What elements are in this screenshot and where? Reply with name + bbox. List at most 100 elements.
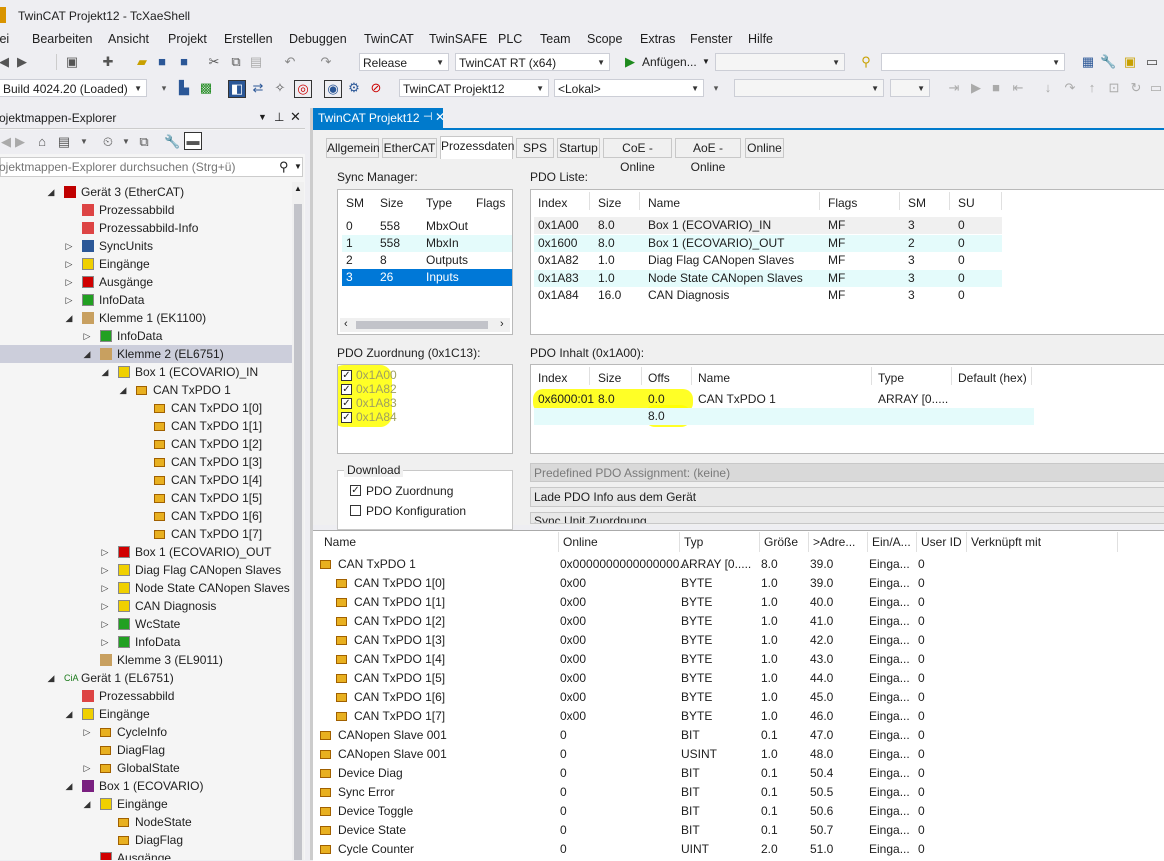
tab-aoe-online[interactable]: AoE - Online [675,138,741,174]
new-project-icon[interactable]: ▣ [64,54,80,70]
tree-node[interactable]: ◢ CAN TxPDO 1 [0,381,292,399]
table-row[interactable]: CANopen Slave 001 0 BIT 0.1 47.0 Einga... 0 [313,726,1164,745]
table-row[interactable]: Device State 0 BIT 0.1 50.7 Einga... 0 [313,821,1164,840]
column-header[interactable]: Typ [681,532,760,552]
tree-node[interactable]: ◢ Eingänge [0,705,292,723]
collapsed-icon[interactable]: ▷ [100,543,110,561]
tree-node[interactable]: ▷ Box 1 (ECOVARIO)_OUT [0,543,292,561]
collapsed-icon[interactable]: ▷ [100,597,110,615]
table-row[interactable]: CAN TxPDO 1[5] 0x00 BYTE 1.0 44.0 Einga... 0 [313,669,1164,688]
tree-node[interactable]: ▷ InfoData [0,633,292,651]
column-header[interactable]: User ID [918,532,967,552]
table-row[interactable]: 0x1A84 16.0 CAN Diagnosis MF 3 0 [534,287,1002,304]
expanded-icon[interactable]: ◢ [64,705,74,723]
column-header[interactable]: >Adre... [810,532,868,552]
expanded-icon[interactable]: ◢ [100,363,110,381]
cycle-icon[interactable]: ▭ [1148,80,1164,96]
restart-icon[interactable]: ⇄ [250,80,266,96]
logout-icon[interactable]: ⇤ [1010,80,1026,96]
tree-node[interactable]: ▷ InfoData [0,291,292,309]
scrollbar-thumb[interactable] [294,204,302,860]
tree-node[interactable]: CAN TxPDO 1[3] [0,453,292,471]
menu-item-erstellen[interactable]: Erstellen [224,32,273,46]
menu-item-scope[interactable]: Scope [587,32,622,46]
tree-node[interactable]: ▷ CAN Diagnosis [0,597,292,615]
pdo-config-checkbox[interactable] [350,505,361,516]
search-combo[interactable]: ▼ [881,53,1065,71]
table-row[interactable]: Sync Error 0 BIT 0.1 50.5 Einga... 0 [313,783,1164,802]
table-row[interactable]: 3 26 Inputs [342,269,512,286]
assignment-item[interactable]: ✓ 0x1A83 [340,396,440,411]
collapsed-icon[interactable]: ▷ [100,633,110,651]
tree-node[interactable]: ◢ CiA Gerät 1 (EL6751) [0,669,292,687]
collapsed-icon[interactable]: ▷ [64,237,74,255]
menu-item-bearbeiten[interactable]: Bearbeiten [32,32,92,46]
redo-icon[interactable]: ↷ [318,54,334,70]
preview-icon[interactable]: ▬ [184,132,202,150]
table-row[interactable]: CAN TxPDO 1[3] 0x00 BYTE 1.0 42.0 Einga... 0 [313,631,1164,650]
table-row[interactable]: Device Toggle 0 BIT 0.1 50.6 Einga... 0 [313,802,1164,821]
tree-node[interactable]: Prozessabbild-Info [0,219,292,237]
tree-node[interactable]: ▷ Ausgänge [0,273,292,291]
table-row[interactable]: CANopen Slave 001 0 USINT 1.0 48.0 Einga... 0 [313,745,1164,764]
save-icon[interactable]: ■ [154,54,170,70]
assignment-checkbox[interactable]: ✓ [341,412,352,423]
debug-target-combo[interactable]: ▼ [715,53,845,71]
column-header[interactable]: Type [426,196,452,210]
collapsed-icon[interactable]: ▷ [64,273,74,291]
tab-startup[interactable]: Startup [557,138,600,158]
chevron-down-icon[interactable]: ▼ [294,162,302,171]
collapsed-icon[interactable]: ▷ [100,615,110,633]
menu-item-twincat[interactable]: TwinCAT [364,32,414,46]
back-icon[interactable]: ◀ [0,54,12,70]
scrollbar-thumb[interactable] [356,321,488,329]
column-header[interactable]: Size [598,371,621,385]
breakpoint-icon[interactable]: ⊡ [1106,80,1122,96]
target-combo[interactable]: <Lokal> ▼ [554,79,704,97]
table-row[interactable]: 1 558 MbxIn [342,235,512,252]
scroll-up-icon[interactable]: ▲ [294,184,302,193]
close-icon[interactable]: ✕ [290,109,301,125]
tree-node[interactable]: ▷ Node State CANopen Slaves [0,579,292,597]
properties-icon[interactable]: 🔧 [164,134,180,150]
menu-item-tei[interactable]: tei [0,32,9,46]
pane-menu-icon[interactable]: ▼ [258,112,267,122]
scroll-right-icon[interactable]: › [500,318,504,330]
table-row[interactable]: 0x6000:01 8.0 0.0 CAN TxPDO 1 ARRAY [0..... [534,391,1034,408]
load-pdo-info-button[interactable]: Lade PDO Info aus dem Gerät [530,487,1164,507]
menu-item-plc[interactable]: PLC [498,32,522,46]
assignment-item[interactable]: ✓ 0x1A00 [340,368,440,383]
expanded-icon[interactable]: ◢ [46,669,56,687]
tree-node[interactable]: Prozessabbild [0,687,292,705]
column-header[interactable]: Flags [476,196,505,210]
tree-node[interactable]: ◢ Gerät 3 (EtherCAT) [0,183,292,201]
reset-icon[interactable]: ↻ [1128,80,1144,96]
wrench-icon[interactable]: 🔧 [1100,54,1116,70]
forward-icon[interactable]: ▶ [14,54,30,70]
tree-node[interactable]: CAN TxPDO 1[5] [0,489,292,507]
attach-button[interactable]: Anfügen... [642,55,697,69]
cut-icon[interactable]: ✂ [206,54,222,70]
column-header[interactable]: Ein/A... [869,532,917,552]
config-mode-icon[interactable]: ◧ [228,80,246,98]
scan-icon[interactable]: ✧ [272,80,288,96]
menu-item-team[interactable]: Team [540,32,571,46]
table-row[interactable]: CAN TxPDO 1[4] 0x00 BYTE 1.0 43.0 Einga... 0 [313,650,1164,669]
plc-stop-icon[interactable]: ■ [988,80,1004,96]
collapsed-icon[interactable]: ▷ [82,327,92,345]
column-header[interactable]: Index [538,371,567,385]
column-header[interactable]: Size [380,196,403,210]
column-header[interactable]: Offs [648,371,670,385]
pending-changes-icon[interactable]: ⏲ [100,134,116,150]
assignment-checkbox[interactable]: ✓ [341,370,352,381]
menu-item-extras[interactable]: Extras [640,32,675,46]
config-combo[interactable]: Release ▼ [359,53,449,71]
table-row[interactable]: CAN TxPDO 1[0] 0x00 BYTE 1.0 39.0 Einga... 0 [313,574,1164,593]
tree-node[interactable]: ▷ Diag Flag CANopen Slaves [0,561,292,579]
collapsed-icon[interactable]: ▷ [82,723,92,741]
window-icon[interactable]: ▭ [1144,54,1160,70]
tree-node[interactable]: DiagFlag [0,831,292,849]
switch-views-icon[interactable]: ▤ [56,134,72,150]
column-header[interactable]: SU [958,196,975,210]
pdo-assignment-checkbox[interactable]: ✓ [350,485,361,496]
